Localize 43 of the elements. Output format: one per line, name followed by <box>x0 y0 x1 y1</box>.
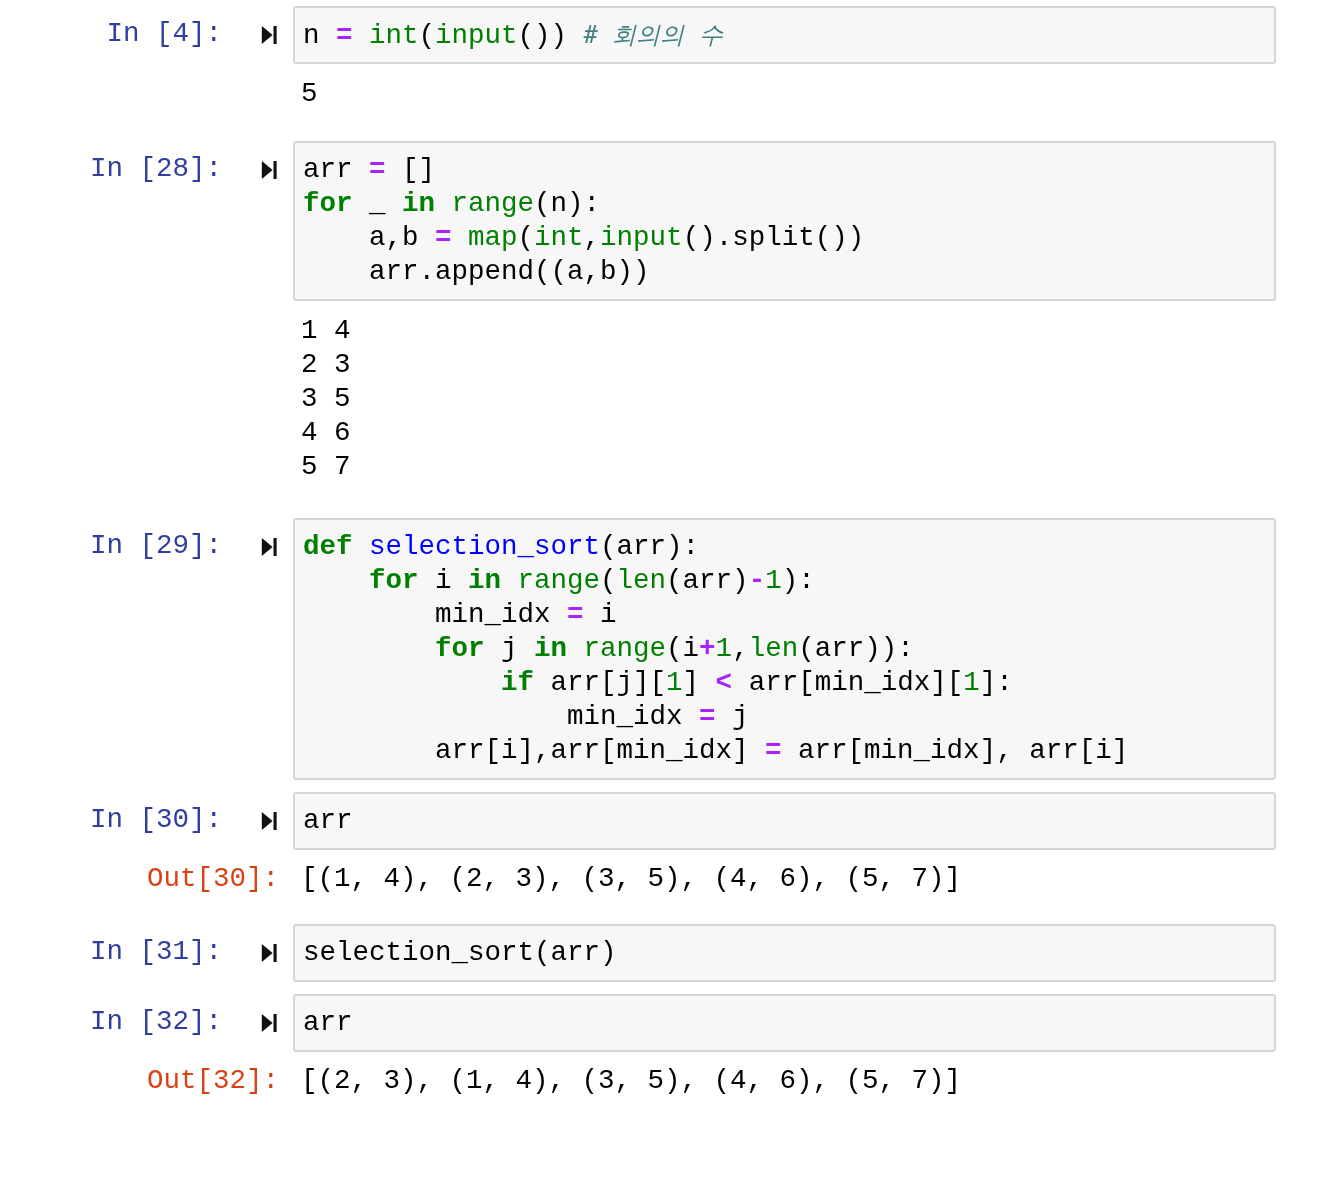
code-cell-background[interactable]: selection_sort(arr) <box>293 924 1276 982</box>
output-result: [(2, 3), (1, 4), (3, 5), (4, 6), (5, 7)] <box>301 1064 962 1098</box>
output-result: [(1, 4), (2, 3), (3, 5), (4, 6), (5, 7)] <box>301 862 962 896</box>
output-text: 4 6 <box>301 416 351 450</box>
code-line: if arr[j][1] < arr[min_idx][1]: <box>500 666 1013 700</box>
code-line: min_idx = j <box>566 700 749 734</box>
code-line: n = int(input()) # 회의의 수 <box>303 19 723 52</box>
code-line: min_idx = i <box>434 598 617 632</box>
code-line: for j in range(i+1,len(arr)): <box>434 632 914 666</box>
code-cell-background[interactable]: arr = [] for _ in range(n): a,b = map(int,input().split()) arr.append((a,b)) <box>293 141 1276 301</box>
input-prompt: In [28]: <box>88 152 223 186</box>
output-prompt: Out[32]: <box>145 1064 280 1098</box>
output-prompt: Out[30]: <box>145 862 280 896</box>
input-prompt: In [30]: <box>88 803 223 837</box>
run-cell-icon[interactable] <box>260 159 278 181</box>
code-line: arr <box>303 1006 353 1040</box>
code-cell-background[interactable]: n = int(input()) # 회의의 수 <box>293 6 1276 64</box>
output-text: 5 7 <box>301 450 351 484</box>
code-line: arr[i],arr[min_idx] = arr[min_idx], arr[i] <box>434 734 1129 768</box>
code-line: arr.append((a,b)) <box>368 255 650 289</box>
run-cell-icon[interactable] <box>260 1012 278 1034</box>
input-prompt: In [29]: <box>88 529 223 563</box>
run-cell-icon[interactable] <box>260 24 278 46</box>
run-cell-icon[interactable] <box>260 810 278 832</box>
code-line: for _ in range(n): <box>303 187 601 221</box>
code-line: def selection_sort(arr): <box>303 530 700 564</box>
output-text: 2 3 <box>301 348 351 382</box>
run-cell-icon[interactable] <box>260 942 278 964</box>
input-prompt: In [4]: <box>105 17 223 51</box>
code-line: selection_sort(arr) <box>303 936 617 970</box>
run-cell-icon[interactable] <box>260 536 278 558</box>
code-cell-background[interactable]: arr <box>293 994 1276 1052</box>
input-prompt: In [32]: <box>88 1005 223 1039</box>
output-text: 5 <box>301 77 318 111</box>
code-cell-background[interactable]: arr <box>293 792 1276 850</box>
code-line: arr <box>303 804 353 838</box>
input-prompt: In [31]: <box>88 935 223 969</box>
output-text: 1 4 <box>301 314 351 348</box>
code-line: a,b = map(int,input().split()) <box>368 221 865 255</box>
code-line: for i in range(len(arr)-1): <box>368 564 815 598</box>
code-cell-background[interactable]: def selection_sort(arr): for i in range(len(arr)-1): min_idx = i for j in range(i+1,len(arr)): if arr[j][1] < arr[min_idx][1]: min_idx = j arr[i],arr[min_idx] = arr[min_idx], arr[i] <box>293 518 1276 780</box>
output-text: 3 5 <box>301 382 351 416</box>
code-line: arr = [] <box>303 153 436 187</box>
